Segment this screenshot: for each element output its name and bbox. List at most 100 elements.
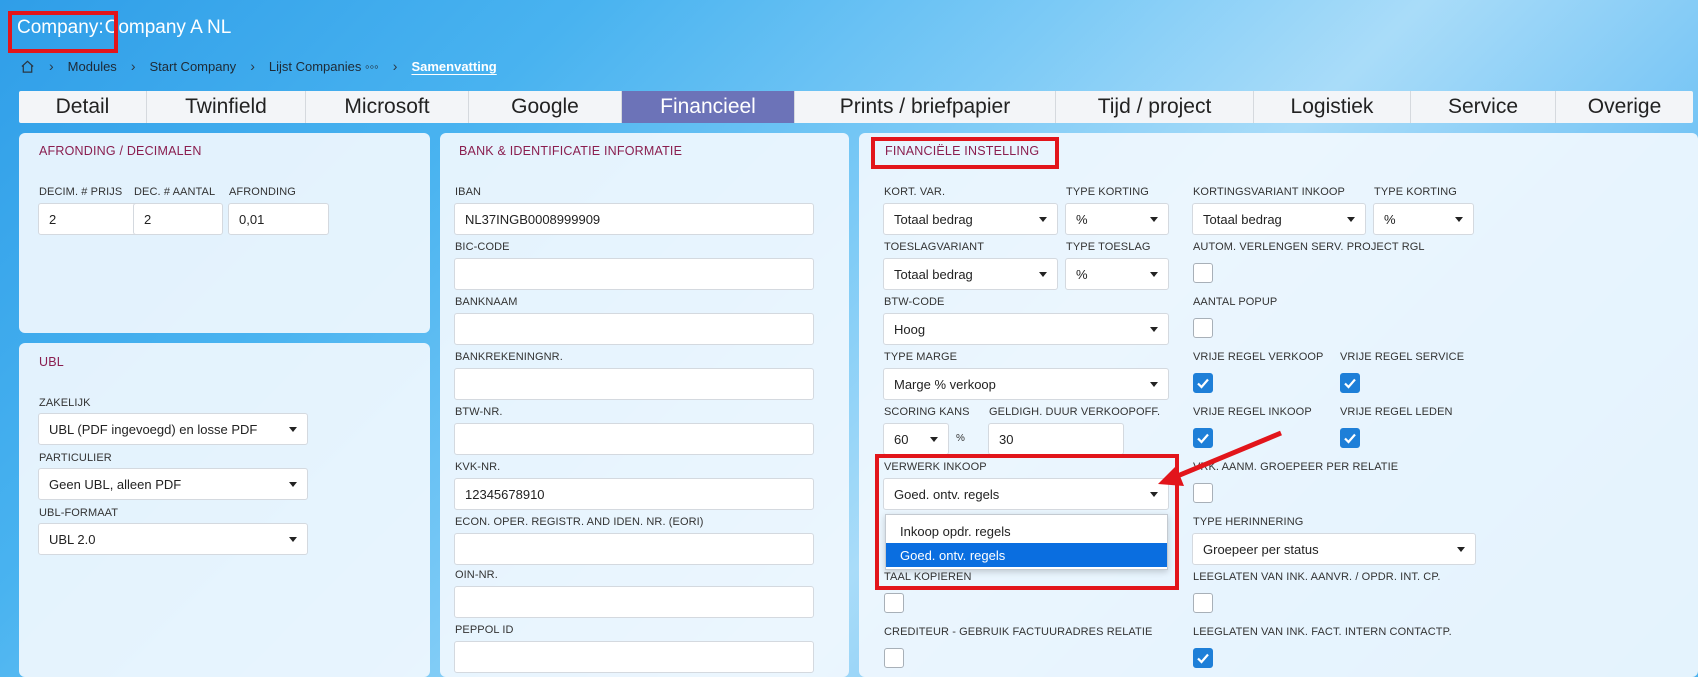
verwerk-inkoop-dropdown: Inkoop opdr. regels Goed. ontv. regels [885, 514, 1168, 570]
type-toeslag-select[interactable]: % [1065, 258, 1169, 290]
afronding-label: AFRONDING [229, 186, 296, 198]
tab-microsoft[interactable]: Microsoft [306, 91, 469, 123]
peppol-label: PEPPOL ID [455, 624, 514, 636]
dec-aantal-input[interactable]: 2 [133, 203, 223, 235]
autom-verlengen-checkbox[interactable] [1193, 263, 1213, 283]
toeslagvariant-select[interactable]: Totaal bedrag [883, 258, 1058, 290]
vrije-regel-leden-checkbox[interactable] [1340, 428, 1360, 448]
breadcrumb-lijst-companies[interactable]: Lijst Companies ◦◦◦ [269, 59, 379, 74]
leeglaten-aanvr-checkbox[interactable] [1193, 593, 1213, 613]
type-korting-inkoop-select[interactable]: % [1373, 203, 1474, 235]
breadcrumb-start-company[interactable]: Start Company [149, 59, 236, 74]
afronding-panel: AFRONDING / DECIMALEN DECIM. # PRIJS 2 D… [19, 133, 430, 333]
tab-overige[interactable]: Overige [1556, 91, 1693, 123]
rekening-label: BANKREKENINGNR. [455, 351, 563, 363]
tab-service[interactable]: Service [1411, 91, 1556, 123]
ubl-formaat-select[interactable]: UBL 2.0 [38, 523, 308, 555]
btw-code-label: BTW-CODE [884, 296, 945, 308]
company-label: Company: [17, 17, 104, 38]
financiele-instelling-panel: FINANCIËLE INSTELLING KORT. VAR. Totaal … [859, 133, 1698, 677]
home-icon[interactable] [20, 59, 35, 74]
btw-input[interactable] [454, 423, 814, 455]
aantal-popup-checkbox[interactable] [1193, 318, 1213, 338]
btw-label: BTW-NR. [455, 406, 503, 418]
panel-title: BANK & IDENTIFICATIE INFORMATIE [459, 144, 683, 158]
scoring-kans-select[interactable]: 60 [883, 423, 949, 455]
chevron-down-icon [289, 481, 297, 487]
breadcrumb: › Modules › Start Company › Lijst Compan… [20, 56, 497, 76]
chevron-down-icon [1455, 216, 1463, 222]
kortingsvariant-inkoop-select[interactable]: Totaal bedrag [1192, 203, 1366, 235]
taal-kopieren-checkbox[interactable] [884, 593, 904, 613]
type-korting-label: TYPE KORTING [1066, 186, 1149, 198]
chevron-down-icon [1150, 491, 1158, 497]
geldigh-duur-label: GELDIGH. DUUR VERKOOPOFF. [989, 406, 1161, 418]
banknaam-input[interactable] [454, 313, 814, 345]
vrije-regel-service-checkbox[interactable] [1340, 373, 1360, 393]
chevron-right-icon: › [49, 58, 54, 74]
type-herinnering-select[interactable]: Groepeer per status [1192, 533, 1476, 565]
tab-logistiek[interactable]: Logistiek [1254, 91, 1411, 123]
type-marge-label: TYPE MARGE [884, 351, 958, 363]
bic-input[interactable] [454, 258, 814, 290]
btw-code-select[interactable]: Hoog [883, 313, 1169, 345]
particulier-label: PARTICULIER [39, 452, 112, 464]
type-toeslag-label: TYPE TOESLAG [1066, 241, 1151, 253]
leeglaten-fact-label: LEEGLATEN VAN INK. FACT. INTERN CONTACTP… [1193, 626, 1452, 638]
eori-label: ECON. OPER. REGISTR. AND IDEN. NR. (EORI… [455, 516, 704, 528]
check-icon [1197, 433, 1209, 444]
afronding-input[interactable]: 0,01 [228, 203, 329, 235]
kvk-input[interactable]: 12345678910 [454, 478, 814, 510]
dropdown-option-goed-ontv[interactable]: Goed. ontv. regels [886, 543, 1167, 567]
breadcrumb-current[interactable]: Samenvatting [411, 59, 496, 74]
tab-twinfield[interactable]: Twinfield [147, 91, 306, 123]
panel-title: AFRONDING / DECIMALEN [39, 144, 202, 158]
kvk-label: KVK-NR. [455, 461, 501, 473]
oin-input[interactable] [454, 586, 814, 618]
verwerk-inkoop-select[interactable]: Goed. ontv. regels [883, 478, 1169, 510]
eori-input[interactable] [454, 533, 814, 565]
vrije-regel-leden-label: VRIJE REGEL LEDEN [1340, 406, 1453, 418]
geldigh-duur-input[interactable]: 30 [988, 423, 1124, 455]
iban-label: IBAN [455, 186, 482, 198]
leeglaten-fact-checkbox[interactable] [1193, 648, 1213, 668]
vrije-regel-verkoop-checkbox[interactable] [1193, 373, 1213, 393]
peppol-input[interactable] [454, 641, 814, 673]
type-marge-select[interactable]: Marge % verkoop [883, 368, 1169, 400]
rekening-input[interactable] [454, 368, 814, 400]
vrije-regel-service-label: VRIJE REGEL SERVICE [1340, 351, 1465, 363]
ubl-formaat-label: UBL-FORMAAT [39, 507, 119, 519]
kortingsvariant-inkoop-label: KORTINGSVARIANT INKOOP [1193, 186, 1345, 198]
verwerk-inkoop-label: VERWERK INKOOP [884, 461, 987, 473]
zakelijk-select[interactable]: UBL (PDF ingevoegd) en losse PDF [38, 413, 308, 445]
dropdown-option-inkoop-opdr[interactable]: Inkoop opdr. regels [886, 519, 1167, 543]
crediteur-checkbox[interactable] [884, 648, 904, 668]
type-herinnering-label: TYPE HERINNERING [1193, 516, 1304, 528]
zakelijk-label: ZAKELIJK [39, 397, 91, 409]
taal-kopieren-label: TAAL KOPIEREN [884, 571, 972, 583]
decim-prijs-label: DECIM. # PRIJS [39, 186, 123, 198]
check-icon [1344, 378, 1356, 389]
vrije-regel-inkoop-checkbox[interactable] [1193, 428, 1213, 448]
scoring-kans-label: SCORING KANS [884, 406, 970, 418]
tab-detail[interactable]: Detail [19, 91, 147, 123]
autom-verlengen-label: AUTOM. VERLENGEN SERV. PROJECT RGL [1193, 241, 1425, 253]
particulier-select[interactable]: Geen UBL, alleen PDF [38, 468, 308, 500]
tab-tijd-project[interactable]: Tijd / project [1056, 91, 1254, 123]
tab-prints-briefpapier[interactable]: Prints / briefpapier [795, 91, 1056, 123]
decim-prijs-input[interactable]: 2 [38, 203, 148, 235]
chevron-down-icon [1150, 326, 1158, 332]
kort-var-select[interactable]: Totaal bedrag [883, 203, 1058, 235]
dec-aantal-label: DEC. # AANTAL [134, 186, 216, 198]
crediteur-label: CREDITEUR - GEBRUIK FACTUURADRES RELATIE [884, 626, 1153, 638]
tab-financieel[interactable]: Financieel [622, 91, 795, 123]
breadcrumb-modules[interactable]: Modules [68, 59, 117, 74]
tab-google[interactable]: Google [469, 91, 622, 123]
vrk-aanm-groepeer-checkbox[interactable] [1193, 483, 1213, 503]
bic-label: BIC-CODE [455, 241, 510, 253]
type-korting-select[interactable]: % [1065, 203, 1169, 235]
iban-input[interactable]: NL37INGB0008999909 [454, 203, 814, 235]
oin-label: OIN-NR. [455, 569, 498, 581]
toeslagvariant-label: TOESLAGVARIANT [884, 241, 985, 253]
chevron-down-icon [1150, 216, 1158, 222]
